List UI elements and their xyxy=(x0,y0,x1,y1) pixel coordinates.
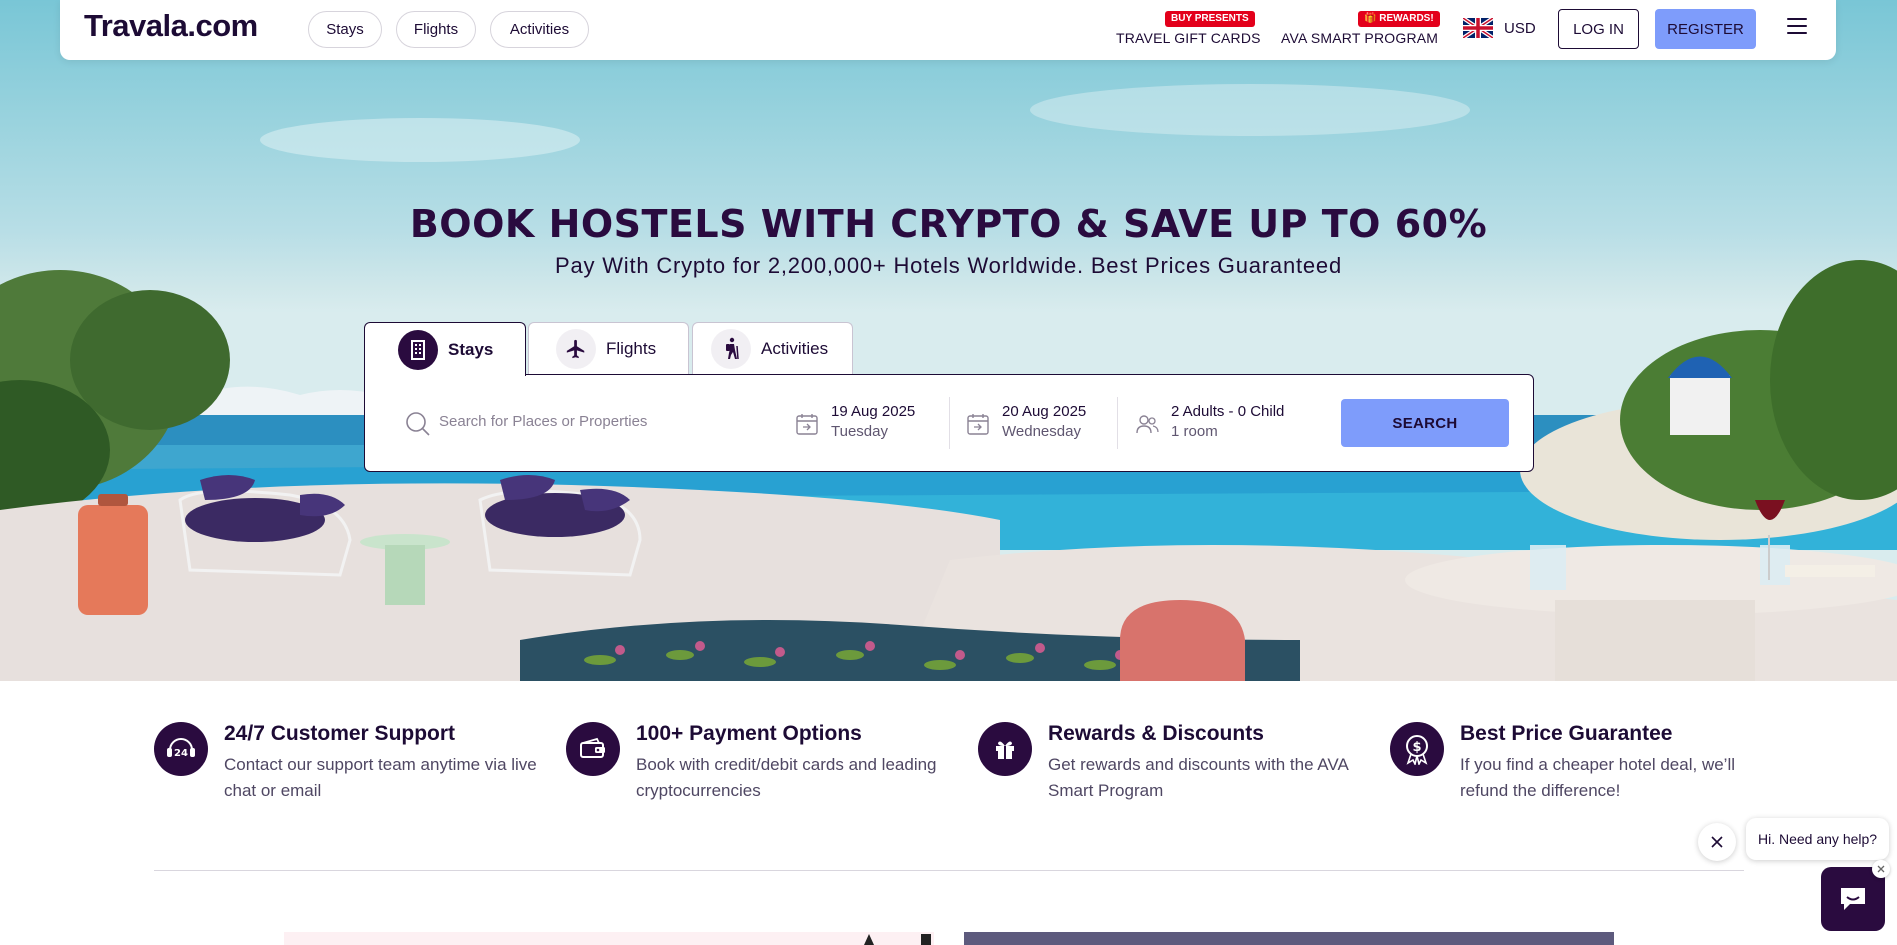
rewards-badge: 🎁 REWARDS! xyxy=(1358,11,1440,27)
hero-scene-image xyxy=(0,84,1897,681)
guests-summary: 2 Adults - 0 Child xyxy=(1171,403,1285,420)
hamburger-menu-icon[interactable] xyxy=(1787,18,1807,36)
chat-dismiss-button[interactable] xyxy=(1698,823,1736,861)
feature-title: 100+ Payment Options xyxy=(636,722,862,745)
search-button[interactable]: SEARCH xyxy=(1341,399,1509,447)
chat-icon xyxy=(1841,888,1865,910)
checkin-date-field[interactable]: 19 Aug 2025 Tuesday xyxy=(795,403,945,445)
feature-description: If you find a cheaper hotel deal, we’ll … xyxy=(1460,755,1736,800)
promo-banner-left[interactable] xyxy=(284,932,934,945)
feature-description: Contact our support team anytime via liv… xyxy=(224,755,537,800)
uk-flag-icon[interactable] xyxy=(1463,18,1493,38)
rooms-summary: 1 room xyxy=(1171,423,1218,440)
feature-title: 24/7 Customer Support xyxy=(224,722,456,745)
tab-activities[interactable]: Activities xyxy=(692,322,853,375)
divider xyxy=(1117,397,1118,449)
section-divider xyxy=(154,870,1744,871)
svg-text:$: $ xyxy=(1412,740,1421,755)
tab-flights[interactable]: Flights xyxy=(528,322,689,375)
search-icon xyxy=(406,412,430,436)
plane-icon xyxy=(556,329,596,369)
nav-pill-stays[interactable]: Stays xyxy=(308,11,382,48)
nav-pill-activities[interactable]: Activities xyxy=(490,11,589,48)
svg-text:24: 24 xyxy=(174,748,188,759)
guests-icon xyxy=(1136,415,1159,434)
destination-search-input[interactable] xyxy=(439,413,739,430)
divider xyxy=(949,397,950,449)
support-24-icon: 24 xyxy=(154,722,208,776)
feature-description: Get rewards and discounts with the AVA S… xyxy=(1048,755,1348,800)
checkin-day: Tuesday xyxy=(831,423,888,440)
hero-headline: BOOK HOSTELS WITH CRYPTO & SAVE UP TO 60… xyxy=(409,202,1488,246)
gift-icon xyxy=(978,722,1032,776)
hiker-icon xyxy=(711,329,751,369)
login-button[interactable]: LOG IN xyxy=(1558,9,1639,49)
currency-selector[interactable]: USD xyxy=(1504,20,1536,37)
hero-banner xyxy=(0,0,1897,681)
building-icon xyxy=(398,329,438,370)
top-navbar: Travala.com Stays Flights Activities BUY… xyxy=(60,0,1836,60)
checkout-day: Wednesday xyxy=(1002,423,1081,440)
tab-activities-label: Activities xyxy=(761,339,829,358)
search-box: 19 Aug 2025 Tuesday 20 Aug 2025 Wednesda… xyxy=(364,374,1534,472)
wallet-icon xyxy=(566,722,620,776)
calendar-icon xyxy=(796,414,818,435)
promo-banner-right[interactable] xyxy=(964,932,1614,945)
calendar-icon xyxy=(967,414,989,435)
close-icon xyxy=(1877,865,1885,873)
feature-rewards: Rewards & Discounts Get rewards and disc… xyxy=(978,722,1358,802)
nav-pill-flights[interactable]: Flights xyxy=(396,11,476,48)
feature-title: Rewards & Discounts xyxy=(1048,722,1264,745)
chat-minimize-button[interactable] xyxy=(1872,860,1890,878)
travel-gift-cards-link[interactable]: TRAVEL GIFT CARDS xyxy=(1116,30,1261,46)
hero-subheadline: Pay With Crypto for 2,200,000+ Hotels Wo… xyxy=(554,253,1343,278)
tab-flights-label: Flights xyxy=(606,339,657,358)
dollar-badge-icon: $ xyxy=(1390,722,1444,776)
travala-logo[interactable]: Travala.com xyxy=(84,8,258,44)
feature-description: Book with credit/debit cards and leading… xyxy=(636,755,937,800)
checkin-date: 19 Aug 2025 xyxy=(831,403,916,420)
tab-stays[interactable]: Stays xyxy=(364,322,526,376)
close-icon xyxy=(1711,836,1723,848)
feature-payment-options: 100+ Payment Options Book with credit/de… xyxy=(566,722,946,802)
feature-title: Best Price Guarantee xyxy=(1460,722,1673,745)
chat-greeting-bubble[interactable]: Hi. Need any help? xyxy=(1746,818,1890,860)
guests-field[interactable]: 2 Adults - 0 Child 1 room xyxy=(1135,403,1325,445)
checkout-date: 20 Aug 2025 xyxy=(1002,403,1087,420)
register-button[interactable]: REGISTER xyxy=(1655,9,1756,49)
tab-stays-label: Stays xyxy=(448,339,494,359)
feature-customer-support: 24 24/7 Customer Support Contact our sup… xyxy=(154,722,537,802)
checkout-date-field[interactable]: 20 Aug 2025 Wednesday xyxy=(966,403,1116,445)
feature-best-price: $ Best Price Guarantee If you find a che… xyxy=(1390,722,1770,802)
gift-cards-badge: BUY PRESENTS xyxy=(1165,11,1255,27)
ava-smart-program-link[interactable]: AVA SMART PROGRAM xyxy=(1281,30,1438,46)
